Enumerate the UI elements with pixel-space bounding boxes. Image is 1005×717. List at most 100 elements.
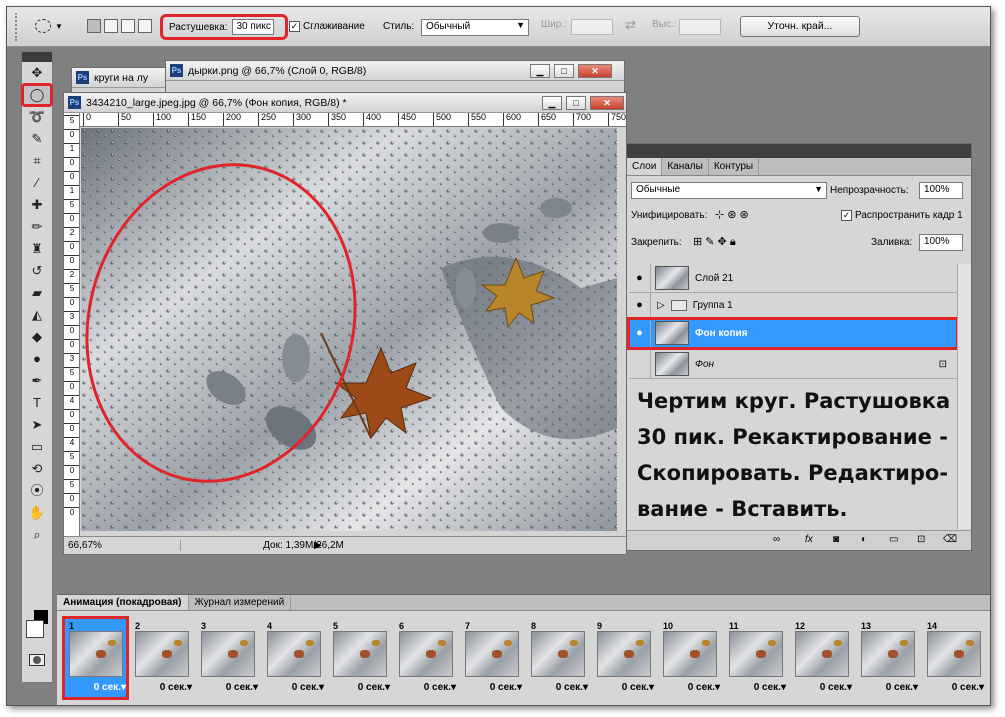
frame-delay-select[interactable]: 0 сек.▾ <box>358 682 390 693</box>
healing-brush-tool[interactable]: ✚ <box>22 194 52 216</box>
path-selection-tool[interactable]: ➤ <box>22 414 52 436</box>
minimize-button[interactable]: ▁ <box>542 96 562 110</box>
swap-icon[interactable]: ⇄ <box>625 17 636 33</box>
animation-frame[interactable]: 6 0 сек.▾ <box>395 619 456 697</box>
lasso-tool[interactable]: ➰ <box>22 106 52 128</box>
visibility-eye-icon[interactable]: ● <box>629 263 651 293</box>
3d-orbit-tool[interactable]: ⦿ <box>22 480 52 502</box>
frame-delay-select[interactable]: 0 сек.▾ <box>754 682 786 693</box>
refine-edge-button[interactable]: Уточн. край... <box>740 16 860 37</box>
opacity-input[interactable]: 100% <box>919 182 963 199</box>
frame-delay-select[interactable]: 0 сек.▾ <box>952 682 984 693</box>
paint-bucket-tool[interactable]: ◭ <box>22 304 52 326</box>
type-tool[interactable]: T <box>22 392 52 414</box>
new-group-icon[interactable]: ▭ <box>889 534 898 545</box>
feather-input[interactable]: 30 пикс <box>232 19 275 35</box>
tab-measurement-log[interactable]: Журнал измерений <box>189 595 292 610</box>
subtract-selection-mode[interactable] <box>121 19 135 33</box>
3d-rotate-tool[interactable]: ⟲ <box>22 458 52 480</box>
minimize-button[interactable]: ▁ <box>530 64 550 78</box>
animation-frame[interactable]: 14 0 сек.▾ <box>923 619 984 697</box>
horizontal-ruler[interactable]: 0 50 100 150 200 250 300 350 400 450 500 550 600 650 7… <box>80 113 626 127</box>
canvas-image[interactable] <box>81 128 617 531</box>
intersect-selection-mode[interactable] <box>138 19 152 33</box>
new-selection-mode[interactable] <box>87 19 101 33</box>
visibility-eye-icon[interactable]: ● <box>629 291 651 320</box>
delete-layer-icon[interactable]: ⌫ <box>943 534 957 545</box>
frame-delay-select[interactable]: 0 сек.▾ <box>226 682 258 693</box>
tab-channels[interactable]: Каналы <box>662 158 709 175</box>
tool-preset-picker[interactable]: ▼ <box>31 17 63 37</box>
shape-tool[interactable]: ▭ <box>22 436 52 458</box>
unify-icons[interactable]: ⊹ ⊛ ⊛ <box>715 208 749 221</box>
style-select[interactable]: Обычный ▼ <box>421 19 529 36</box>
antialias-checkbox[interactable]: ✓ <box>289 21 300 32</box>
animation-frame[interactable]: 3 0 сек.▾ <box>197 619 258 697</box>
disclosure-triangle-icon[interactable]: ▷ <box>657 300 665 311</box>
visibility-eye-hidden[interactable] <box>629 349 651 379</box>
frame-delay-select[interactable]: 0 сек.▾ <box>292 682 324 693</box>
fill-input[interactable]: 100% <box>919 234 963 251</box>
history-brush-tool[interactable]: ↺ <box>22 260 52 282</box>
animation-frame[interactable]: 9 0 сек.▾ <box>593 619 654 697</box>
move-tool[interactable]: ✥ <box>22 62 52 84</box>
frame-delay-select[interactable]: 0 сек.▾ <box>556 682 588 693</box>
frame-delay-select[interactable]: 0 сек.▾ <box>160 682 192 693</box>
brush-tool[interactable]: ✏ <box>22 216 52 238</box>
animation-frame[interactable]: 1 0 сек.▾ <box>62 616 129 700</box>
clone-stamp-tool[interactable]: ♜ <box>22 238 52 260</box>
tab-animation[interactable]: Анимация (покадровая) <box>57 595 189 610</box>
animation-frame[interactable]: 5 0 сек.▾ <box>329 619 390 697</box>
maximize-button[interactable]: □ <box>554 64 574 78</box>
maximize-button[interactable]: □ <box>566 96 586 110</box>
zoom-tool[interactable]: ⌕ <box>22 524 52 546</box>
eyedropper-tool[interactable]: ⁄ <box>22 172 52 194</box>
animation-frame[interactable]: 8 0 сек.▾ <box>527 619 588 697</box>
fx-icon[interactable]: fx <box>805 534 813 545</box>
tab-layers[interactable]: Слои <box>627 158 663 175</box>
animation-frame[interactable]: 4 0 сек.▾ <box>263 619 324 697</box>
lock-icons[interactable]: ⊞ ✎ ✥ 🔒︎ <box>693 235 736 249</box>
new-layer-icon[interactable]: ⊡ <box>917 534 925 545</box>
blur-tool[interactable]: ◆ <box>22 326 52 348</box>
layer-row[interactable]: Фон ⊡ <box>629 349 957 379</box>
options-bar-grip[interactable] <box>15 13 19 41</box>
frame-delay-select[interactable]: 0 сек.▾ <box>94 682 126 693</box>
frame-delay-select[interactable]: 0 сек.▾ <box>490 682 522 693</box>
hand-tool[interactable]: ✋ <box>22 502 52 524</box>
vertical-ruler[interactable]: 5 0 1 0 0 1 5 0 2 0 0 2 5 0 3 0 0 3 5 0 4 0 0 4 5 0 5 0 0 <box>64 113 80 536</box>
eraser-tool[interactable]: ▰ <box>22 282 52 304</box>
animation-frame[interactable]: 7 0 сек.▾ <box>461 619 522 697</box>
animation-frame[interactable]: 2 0 сек.▾ <box>131 619 192 697</box>
crop-tool[interactable]: ⌗ <box>22 150 52 172</box>
frame-delay-select[interactable]: 0 сек.▾ <box>424 682 456 693</box>
visibility-eye-icon[interactable]: ● <box>629 318 651 348</box>
link-layers-icon[interactable]: ∞ <box>773 534 780 545</box>
width-input[interactable] <box>571 19 613 35</box>
close-button[interactable]: ✕ <box>590 96 624 110</box>
frame-delay-select[interactable]: 0 сек.▾ <box>820 682 852 693</box>
pen-tool[interactable]: ✒ <box>22 370 52 392</box>
tools-panel-header[interactable] <box>22 52 52 62</box>
blend-mode-select[interactable]: Обычные ▼ <box>631 182 827 199</box>
quick-mask-icon[interactable] <box>29 654 45 666</box>
animation-frame[interactable]: 12 0 сек.▾ <box>791 619 852 697</box>
document-window-main[interactable]: Ps 3434210_large.jpeg.jpg @ 66,7% (Фон к… <box>63 92 627 555</box>
status-menu-arrow[interactable]: ▶ <box>314 540 322 551</box>
zoom-field[interactable]: 66,67% <box>68 540 102 551</box>
frame-delay-select[interactable]: 0 сек.▾ <box>622 682 654 693</box>
frame-delay-select[interactable]: 0 сек.▾ <box>886 682 918 693</box>
elliptical-marquee-tool[interactable]: ◯ <box>21 83 53 107</box>
frame-delay-select[interactable]: 0 сек.▾ <box>688 682 720 693</box>
dodge-tool[interactable]: ● <box>22 348 52 370</box>
adjustment-layer-icon[interactable]: ◐ <box>861 534 867 545</box>
propagate-checkbox[interactable]: ✓ <box>841 210 852 221</box>
animation-frame[interactable]: 10 0 сек.▾ <box>659 619 720 697</box>
panel-header[interactable] <box>627 144 971 158</box>
layer-row[interactable]: ● Слой 21 <box>629 263 957 293</box>
add-mask-icon[interactable]: ◙ <box>833 534 839 545</box>
layer-group-row[interactable]: ● ▷ Группа 1 <box>629 291 957 320</box>
foreground-color-swatch[interactable] <box>26 620 44 638</box>
quick-selection-tool[interactable]: ✎ <box>22 128 52 150</box>
close-button[interactable]: ✕ <box>578 64 612 78</box>
